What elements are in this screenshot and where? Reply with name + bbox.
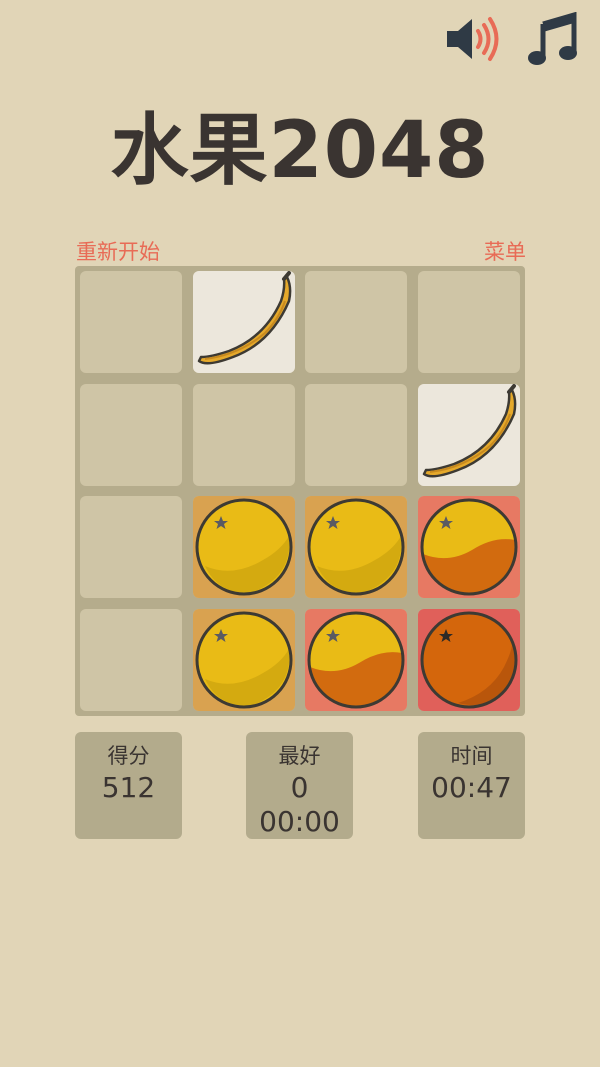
board-cell bbox=[305, 271, 407, 373]
sound-on-icon[interactable] bbox=[444, 10, 502, 68]
game-title: 水果2048 bbox=[110, 106, 490, 196]
board-cell bbox=[418, 271, 520, 373]
red-orange-tile bbox=[418, 609, 520, 711]
time-value: 00:47 bbox=[431, 771, 512, 804]
best-label: 最好 bbox=[278, 744, 321, 768]
game-board bbox=[75, 266, 525, 716]
board-cell bbox=[80, 496, 182, 598]
score-value: 512 bbox=[101, 771, 156, 804]
banana-tile bbox=[418, 384, 520, 486]
tangerine-tile bbox=[418, 496, 520, 598]
best-time: 00:00 bbox=[259, 805, 340, 838]
board-cell bbox=[80, 271, 182, 373]
best-panel: 最好 0 00:00 bbox=[246, 732, 353, 839]
yellow-orange-tile bbox=[193, 496, 295, 598]
restart-button[interactable]: 重新开始 bbox=[76, 236, 160, 266]
banana-tile bbox=[193, 271, 295, 373]
time-label: 时间 bbox=[450, 744, 493, 768]
board-cell bbox=[193, 384, 295, 486]
top-toolbar bbox=[444, 10, 582, 68]
board-cell bbox=[305, 384, 407, 486]
yellow-orange-tile bbox=[305, 496, 407, 598]
menu-button[interactable]: 菜单 bbox=[484, 236, 526, 266]
yellow-orange-tile bbox=[193, 609, 295, 711]
time-panel: 时间 00:47 bbox=[418, 732, 525, 839]
board-cell bbox=[80, 384, 182, 486]
score-label: 得分 bbox=[107, 744, 150, 768]
score-panel: 得分 512 bbox=[75, 732, 182, 839]
music-note-icon[interactable] bbox=[524, 10, 582, 68]
tangerine-tile bbox=[305, 609, 407, 711]
board-cell bbox=[80, 609, 182, 711]
best-value: 0 bbox=[290, 771, 309, 804]
